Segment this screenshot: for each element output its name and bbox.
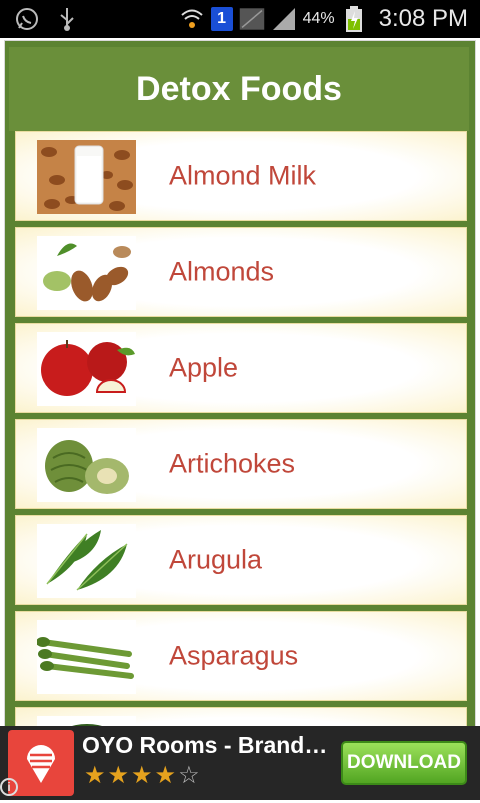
status-bar: 1 44% 3:08 PM: [0, 0, 480, 38]
food-list: Almond Milk Almonds Apple Artichokes Aru…: [15, 131, 467, 803]
star-icon: ★: [84, 762, 106, 789]
food-label: Almond Milk: [169, 160, 317, 191]
no-signal-icon: [239, 6, 265, 32]
ad-info-icon[interactable]: i: [0, 778, 18, 796]
ad-rating: ★ ★ ★ ★ ☆: [84, 764, 200, 788]
almonds-photo: [37, 236, 136, 310]
star-icon: ★: [131, 762, 153, 789]
page-title: Detox Foods: [136, 69, 342, 108]
apple-photo: [37, 332, 136, 406]
artichoke-photo: [37, 428, 136, 502]
battery-percent: 44%: [302, 10, 335, 27]
food-label: Asparagus: [169, 640, 299, 671]
star-outline-icon: ☆: [178, 762, 200, 789]
food-label: Almonds: [169, 256, 275, 287]
whatsapp-icon: [14, 6, 40, 32]
app-header: Detox Foods: [9, 47, 469, 131]
almond-milk-photo: [37, 140, 136, 214]
food-label: Artichokes: [169, 448, 296, 479]
list-item-almond-milk[interactable]: Almond Milk: [15, 131, 467, 221]
list-item-arugula[interactable]: Arugula: [15, 515, 467, 605]
star-icon: ★: [107, 762, 130, 789]
network-badge: 1: [210, 7, 233, 31]
food-label: Apple: [169, 352, 239, 383]
ad-title[interactable]: OYO Rooms - Brand…: [82, 732, 338, 759]
app-container: Detox Foods Almond Milk Almonds Apple Ar…: [4, 40, 476, 797]
arugula-photo: [37, 524, 136, 598]
usb-icon: [54, 6, 80, 32]
food-label: Arugula: [169, 544, 263, 575]
asparagus-photo: [37, 620, 136, 694]
clock: 3:08 PM: [378, 5, 468, 32]
list-item-apple[interactable]: Apple: [15, 323, 467, 413]
wifi-icon: [179, 6, 205, 32]
star-icon: ★: [154, 762, 177, 789]
list-item-almonds[interactable]: Almonds: [15, 227, 467, 317]
list-item-asparagus[interactable]: Asparagus: [15, 611, 467, 701]
download-button[interactable]: DOWNLOAD: [341, 741, 467, 785]
battery-charging-icon: [341, 6, 367, 32]
signal-bars-icon: [271, 6, 297, 32]
ad-banner[interactable]: OYO Rooms - Brand… ★ ★ ★ ★ ☆ DOWNLOAD: [0, 726, 480, 800]
list-item-artichokes[interactable]: Artichokes: [15, 419, 467, 509]
